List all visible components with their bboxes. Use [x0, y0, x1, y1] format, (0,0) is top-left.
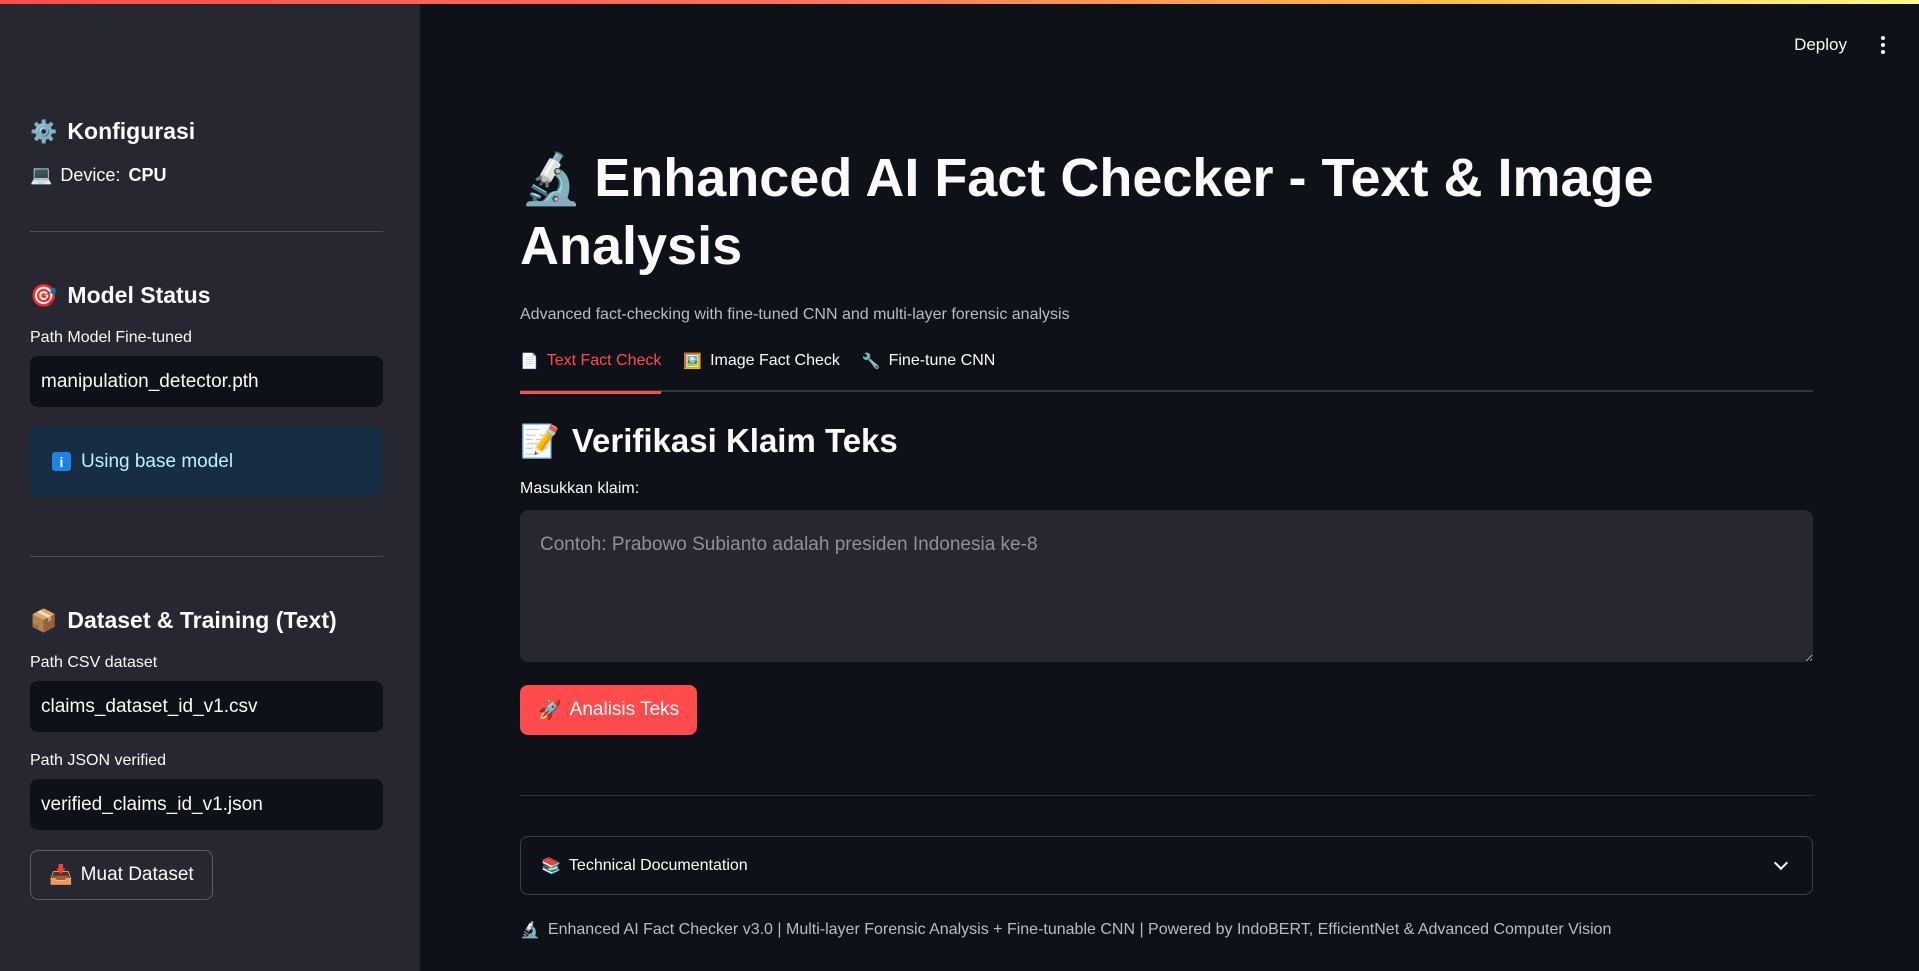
books-icon: 📚 — [541, 857, 561, 875]
csv-path-label: Path CSV dataset — [30, 654, 158, 671]
claim-textarea[interactable] — [520, 510, 1813, 662]
claim-label: Masukkan klaim: — [520, 480, 640, 497]
target-icon: 🎯 — [30, 282, 58, 308]
info-alert: i Using base model — [30, 427, 383, 496]
tab-text-fact-check[interactable]: 📄 Text Fact Check — [520, 350, 662, 394]
tab-image-fact-check[interactable]: 🖼️ Image Fact Check — [683, 350, 840, 392]
page-icon: 📄 — [520, 353, 539, 370]
csv-path-input[interactable] — [30, 681, 383, 732]
top-decoration-bar — [0, 0, 1919, 4]
technical-documentation-expander[interactable]: 📚 Technical Documentation — [520, 836, 1813, 895]
section-title: 📝 Verifikasi Klaim Teks — [520, 422, 898, 459]
tab-bar: 📄 Text Fact Check 🖼️ Image Fact Check 🔧 … — [520, 350, 1813, 394]
page-subtitle: Advanced fact-checking with fine-tuned C… — [520, 306, 1070, 323]
gear-icon: ⚙️ — [30, 118, 58, 144]
memo-icon: 📝 — [520, 423, 560, 459]
rocket-icon: 🚀 — [538, 700, 562, 721]
computer-icon: 💻 — [30, 165, 53, 185]
package-icon: 📦 — [30, 607, 58, 633]
chevron-down-icon — [1773, 855, 1789, 871]
wrench-icon: 🔧 — [861, 353, 881, 370]
json-path-label: Path JSON verified — [30, 752, 167, 769]
main-menu-icon[interactable] — [1875, 34, 1891, 56]
microscope-icon: 🔬 — [520, 922, 540, 939]
sidebar: ⚙️ Konfigurasi 💻 Device: CPU 🎯 Model Sta… — [0, 0, 420, 971]
device-info: 💻 Device: CPU — [30, 165, 167, 185]
sidebar-divider — [30, 231, 383, 232]
picture-icon: 🖼️ — [683, 353, 703, 370]
model-path-input[interactable] — [30, 356, 383, 407]
load-dataset-button[interactable]: 📥 Muat Dataset — [30, 850, 213, 900]
inbox-icon: 📥 — [49, 865, 73, 886]
json-path-input[interactable] — [30, 779, 383, 830]
microscope-icon: 🔬 — [520, 151, 583, 207]
page-title: 🔬 Enhanced AI Fact Checker - Text & Image… — [520, 148, 1654, 276]
model-status-heading: 🎯 Model Status — [30, 282, 211, 308]
sidebar-divider — [30, 556, 383, 557]
device-value: CPU — [128, 165, 167, 185]
dataset-heading: 📦 Dataset & Training (Text) — [30, 607, 337, 633]
model-path-label: Path Model Fine-tuned — [30, 329, 192, 346]
config-heading: ⚙️ Konfigurasi — [30, 118, 196, 144]
tab-fine-tune-cnn[interactable]: 🔧 Fine-tune CNN — [862, 350, 995, 392]
info-icon: i — [52, 452, 71, 471]
footer-caption: 🔬 Enhanced AI Fact Checker v3.0 | Multi-… — [520, 921, 1612, 939]
analyze-text-button[interactable]: 🚀 Analisis Teks — [520, 685, 698, 735]
main-divider — [520, 795, 1813, 796]
main-content: 🔬 Enhanced AI Fact Checker - Text & Image… — [520, 0, 1813, 940]
